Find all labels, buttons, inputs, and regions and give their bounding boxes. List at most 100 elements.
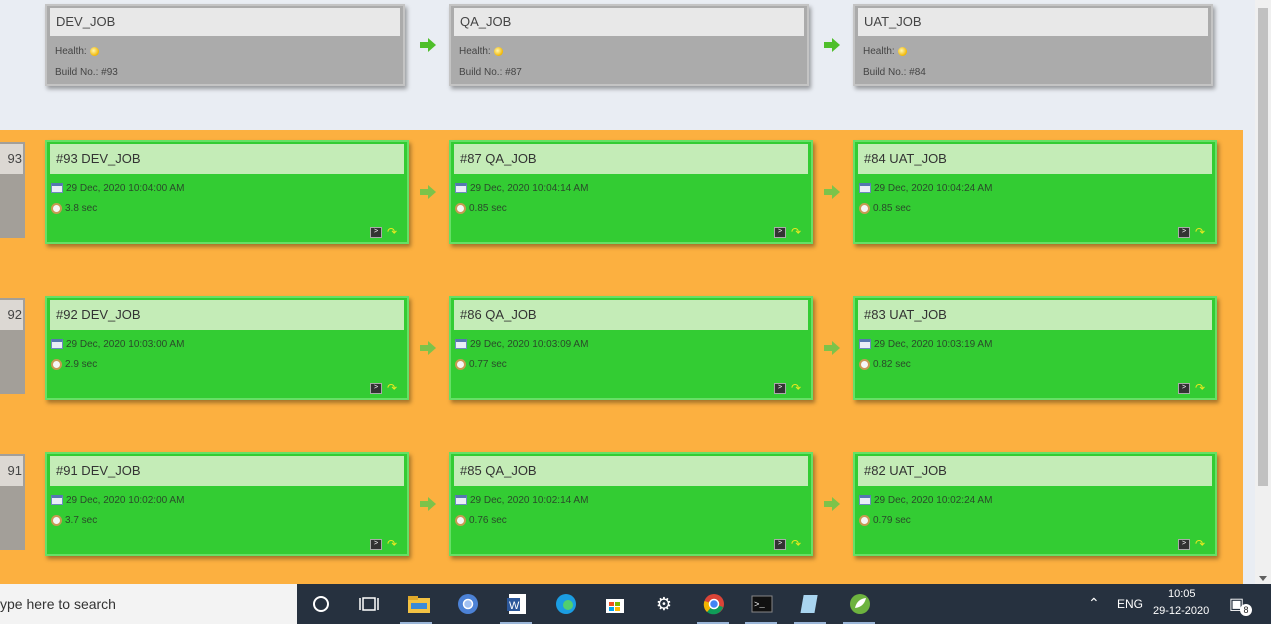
spring-icon[interactable] [848, 592, 872, 616]
notepad-icon[interactable] [799, 592, 823, 616]
header-job-title[interactable]: QA_JOB [454, 8, 804, 36]
health-row: Health: [459, 46, 503, 57]
rebuild-icon[interactable]: ↷ [387, 538, 401, 551]
pipeline-view: DEV_JOB Health: Build No.: #93 QA_JOB He… [0, 0, 1255, 584]
rebuild-icon[interactable]: ↷ [1195, 538, 1209, 551]
build-datetime: 29 Dec, 2020 10:04:24 AM [874, 183, 993, 194]
build-card[interactable]: #87 QA_JOB 29 Dec, 2020 10:04:14 AM 0.85… [449, 140, 813, 244]
build-row: Build No.: #84 [863, 67, 926, 78]
previous-run-box[interactable]: 91 [0, 454, 25, 550]
word-icon[interactable]: W [505, 592, 529, 616]
build-title[interactable]: #85 QA_JOB [454, 456, 808, 486]
build-duration-row: 3.8 sec [51, 202, 97, 216]
build-label: Build No.: [55, 67, 99, 78]
build-card[interactable]: #85 QA_JOB 29 Dec, 2020 10:02:14 AM 0.76… [449, 452, 813, 556]
clock-date[interactable]: 29-12-2020 [1153, 605, 1209, 617]
build-title[interactable]: #93 DEV_JOB [50, 144, 404, 174]
build-title[interactable]: #91 DEV_JOB [50, 456, 404, 486]
build-card[interactable]: #93 DEV_JOB 29 Dec, 2020 10:04:00 AM 3.8… [45, 140, 409, 244]
build-duration: 0.79 sec [873, 515, 911, 526]
edge-icon[interactable] [554, 592, 578, 616]
scroll-down-arrow-icon[interactable] [1259, 576, 1267, 581]
clock-icon [51, 202, 62, 214]
header-job-title[interactable]: UAT_JOB [858, 8, 1208, 36]
svg-text:W: W [509, 600, 520, 612]
chevron-up-icon[interactable]: ⌃ [1088, 595, 1100, 612]
build-title[interactable]: #87 QA_JOB [454, 144, 808, 174]
header-job-dev[interactable]: DEV_JOB Health: Build No.: #93 [45, 4, 405, 86]
clock-icon [455, 358, 466, 370]
clock-icon [455, 202, 466, 214]
build-datetime-row: 29 Dec, 2020 10:04:14 AM [455, 182, 588, 196]
previous-run-box[interactable]: 92 [0, 298, 25, 394]
scrollbar-thumb[interactable] [1258, 8, 1268, 486]
console-output-icon[interactable]: > [774, 227, 786, 238]
build-title[interactable]: #82 UAT_JOB [858, 456, 1212, 486]
build-duration-row: 0.82 sec [859, 358, 911, 372]
build-card[interactable]: #84 UAT_JOB 29 Dec, 2020 10:04:24 AM 0.8… [853, 140, 1217, 244]
run-number: 93 [0, 144, 23, 174]
build-datetime: 29 Dec, 2020 10:03:19 AM [874, 339, 993, 350]
console-output-icon[interactable]: > [1178, 539, 1190, 550]
chrome-icon[interactable] [702, 592, 726, 616]
console-output-icon[interactable]: > [774, 539, 786, 550]
rebuild-icon[interactable]: ↷ [791, 382, 805, 395]
build-duration-row: 0.76 sec [455, 514, 507, 528]
clock-icon [859, 202, 870, 214]
rebuild-icon[interactable]: ↷ [1195, 382, 1209, 395]
health-sunny-icon [493, 46, 503, 56]
chromium-icon[interactable] [456, 592, 480, 616]
build-row: Build No.: #87 [459, 67, 522, 78]
console-output-icon[interactable]: > [1178, 227, 1190, 238]
build-datetime-row: 29 Dec, 2020 10:03:00 AM [51, 338, 184, 352]
build-title[interactable]: #86 QA_JOB [454, 300, 808, 330]
previous-run-box[interactable]: 93 [0, 142, 25, 238]
build-number: #84 [909, 67, 926, 78]
console-output-icon[interactable]: > [774, 383, 786, 394]
build-label: Build No.: [863, 67, 907, 78]
clock-icon [859, 514, 870, 526]
build-card[interactable]: #86 QA_JOB 29 Dec, 2020 10:03:09 AM 0.77… [449, 296, 813, 400]
header-job-qa[interactable]: QA_JOB Health: Build No.: #87 [449, 4, 809, 86]
settings-icon[interactable]: ⚙ [652, 592, 676, 616]
build-card[interactable]: #82 UAT_JOB 29 Dec, 2020 10:02:24 AM 0.7… [853, 452, 1217, 556]
build-title[interactable]: #84 UAT_JOB [858, 144, 1212, 174]
rebuild-icon[interactable]: ↷ [1195, 226, 1209, 239]
console-output-icon[interactable]: > [370, 227, 382, 238]
build-title[interactable]: #83 UAT_JOB [858, 300, 1212, 330]
build-datetime-row: 29 Dec, 2020 10:03:19 AM [859, 338, 992, 352]
cortana-icon[interactable] [309, 592, 333, 616]
calendar-icon [455, 495, 467, 506]
build-duration: 0.76 sec [469, 515, 507, 526]
rebuild-icon[interactable]: ↷ [387, 226, 401, 239]
build-datetime-row: 29 Dec, 2020 10:02:00 AM [51, 494, 184, 508]
build-duration: 2.9 sec [65, 359, 98, 370]
rebuild-icon[interactable]: ↷ [387, 382, 401, 395]
store-icon[interactable] [603, 592, 627, 616]
header-job-title[interactable]: DEV_JOB [50, 8, 400, 36]
task-view-icon[interactable] [357, 592, 381, 616]
console-output-icon[interactable]: > [370, 383, 382, 394]
language-indicator[interactable]: ENG [1117, 597, 1143, 611]
calendar-icon [455, 183, 467, 194]
build-datetime-row: 29 Dec, 2020 10:04:24 AM [859, 182, 992, 196]
clock-time[interactable]: 10:05 [1168, 588, 1196, 600]
build-card[interactable]: #92 DEV_JOB 29 Dec, 2020 10:03:00 AM 2.9… [45, 296, 409, 400]
vertical-scrollbar[interactable] [1255, 0, 1271, 584]
taskbar-search-box[interactable]: ype here to search [0, 584, 297, 624]
search-placeholder: ype here to search [0, 596, 116, 612]
clock-icon [51, 358, 62, 370]
build-duration-row: 0.77 sec [455, 358, 507, 372]
build-card[interactable]: #91 DEV_JOB 29 Dec, 2020 10:02:00 AM 3.7… [45, 452, 409, 556]
rebuild-icon[interactable]: ↷ [791, 226, 805, 239]
build-card[interactable]: #83 UAT_JOB 29 Dec, 2020 10:03:19 AM 0.8… [853, 296, 1217, 400]
file-explorer-icon[interactable] [407, 592, 431, 616]
header-job-uat[interactable]: UAT_JOB Health: Build No.: #84 [853, 4, 1213, 86]
build-duration: 3.7 sec [65, 515, 98, 526]
arrow-right-icon [824, 341, 840, 355]
terminal-icon[interactable]: >_ [750, 592, 774, 616]
console-output-icon[interactable]: > [370, 539, 382, 550]
build-title[interactable]: #92 DEV_JOB [50, 300, 404, 330]
rebuild-icon[interactable]: ↷ [791, 538, 805, 551]
console-output-icon[interactable]: > [1178, 383, 1190, 394]
